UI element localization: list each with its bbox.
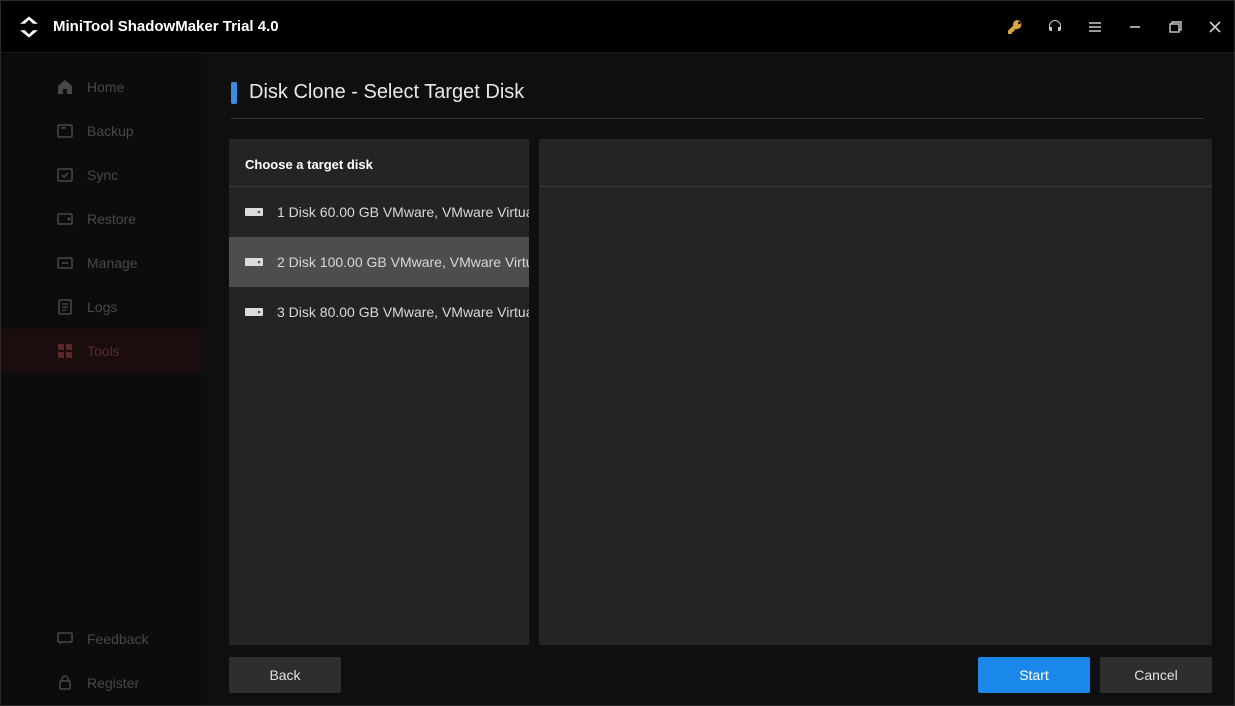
- sidebar-item-backup[interactable]: Backup: [1, 109, 201, 153]
- disk-icon: [245, 306, 263, 318]
- sidebar-item-label: Sync: [87, 167, 118, 183]
- disk-list: 1 Disk 60.00 GB VMware, VMware Virtual S…: [229, 187, 529, 645]
- disk-label: 2 Disk 100.00 GB VMware, VMware Virtual …: [277, 254, 529, 270]
- sidebar: Home Backup Sync Restore Manage Logs: [1, 53, 201, 705]
- titlebar-controls: [1006, 18, 1224, 36]
- app-logo-icon: [15, 13, 43, 41]
- manage-icon: [56, 254, 74, 272]
- menu-icon[interactable]: [1086, 18, 1104, 36]
- key-icon[interactable]: [1006, 18, 1024, 36]
- cancel-button-label: Cancel: [1134, 667, 1178, 683]
- sidebar-item-restore[interactable]: Restore: [1, 197, 201, 241]
- tools-icon: [56, 342, 74, 360]
- app-window: MiniTool ShadowMaker Trial 4.0: [0, 0, 1235, 706]
- title-accent: [231, 82, 237, 104]
- sidebar-item-feedback[interactable]: Feedback: [1, 617, 201, 661]
- disk-icon: [245, 256, 263, 268]
- sidebar-item-label: Home: [87, 79, 124, 95]
- sidebar-item-manage[interactable]: Manage: [1, 241, 201, 285]
- sync-icon: [56, 166, 74, 184]
- sidebar-item-label: Logs: [87, 299, 117, 315]
- page-header: Disk Clone - Select Target Disk: [201, 53, 1234, 129]
- disk-select-panel: Choose a target disk 1 Disk 60.00 GB VMw…: [229, 139, 529, 645]
- disk-label: 1 Disk 60.00 GB VMware, VMware Virtual S…: [277, 204, 529, 220]
- sidebar-item-register[interactable]: Register: [1, 661, 201, 705]
- sidebar-item-label: Tools: [87, 343, 120, 359]
- detail-header: [539, 139, 1212, 187]
- sidebar-item-label: Restore: [87, 211, 136, 227]
- restore-icon: [56, 210, 74, 228]
- disk-label: 3 Disk 80.00 GB VMware, VMware Virtual S…: [277, 304, 529, 320]
- sidebar-item-sync[interactable]: Sync: [1, 153, 201, 197]
- close-button[interactable]: [1206, 18, 1224, 36]
- sidebar-item-logs[interactable]: Logs: [1, 285, 201, 329]
- sidebar-item-tools[interactable]: Tools: [1, 329, 201, 373]
- disk-item-2[interactable]: 2 Disk 100.00 GB VMware, VMware Virtual …: [229, 237, 529, 287]
- footer: Back Start Cancel: [201, 645, 1234, 705]
- disk-item-3[interactable]: 3 Disk 80.00 GB VMware, VMware Virtual S…: [229, 287, 529, 337]
- sidebar-item-label: Backup: [87, 123, 134, 139]
- logs-icon: [56, 298, 74, 316]
- sidebar-item-label: Manage: [87, 255, 138, 271]
- start-button[interactable]: Start: [978, 657, 1090, 693]
- cancel-button[interactable]: Cancel: [1100, 657, 1212, 693]
- backup-icon: [56, 122, 74, 140]
- register-icon: [56, 674, 74, 692]
- maximize-button[interactable]: [1166, 18, 1184, 36]
- panel-header: Choose a target disk: [229, 139, 529, 187]
- back-button[interactable]: Back: [229, 657, 341, 693]
- minimize-button[interactable]: [1126, 18, 1144, 36]
- headset-icon[interactable]: [1046, 18, 1064, 36]
- start-button-label: Start: [1019, 667, 1049, 683]
- sidebar-item-label: Feedback: [87, 631, 148, 647]
- page-title: Disk Clone - Select Target Disk: [249, 81, 524, 104]
- disk-detail-panel: [539, 139, 1212, 645]
- back-button-label: Back: [269, 667, 300, 683]
- app-title: MiniTool ShadowMaker Trial 4.0: [53, 18, 1006, 35]
- disk-item-1[interactable]: 1 Disk 60.00 GB VMware, VMware Virtual S…: [229, 187, 529, 237]
- sidebar-item-home[interactable]: Home: [1, 65, 201, 109]
- disk-icon: [245, 206, 263, 218]
- sidebar-item-label: Register: [87, 675, 139, 691]
- main-area: Disk Clone - Select Target Disk Choose a…: [201, 53, 1234, 705]
- titlebar: MiniTool ShadowMaker Trial 4.0: [1, 1, 1234, 53]
- home-icon: [56, 78, 74, 96]
- feedback-icon: [56, 630, 74, 648]
